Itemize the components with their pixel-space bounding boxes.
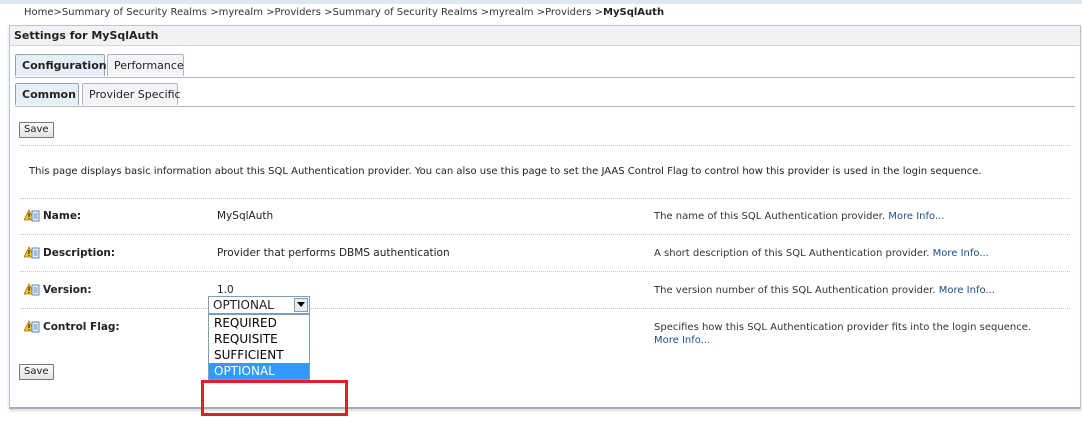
breadcrumb-separator: > xyxy=(53,7,62,18)
intro-text: This page displays basic information abo… xyxy=(29,166,982,177)
settings-panel: Settings for MySqlAuth Configuration Per… xyxy=(9,25,1081,409)
breadcrumb-providers-2[interactable]: Providers xyxy=(545,7,591,18)
version-label: Version: xyxy=(43,284,92,296)
panel-title: Settings for MySqlAuth xyxy=(10,26,1080,46)
subtab-divider xyxy=(15,106,1075,107)
divider xyxy=(20,234,1070,235)
breadcrumb-security-realms-2[interactable]: Summary of Security Realms xyxy=(332,7,477,18)
divider xyxy=(20,308,1070,309)
name-value: MySqlAuth xyxy=(217,210,274,222)
option-optional[interactable]: OPTIONAL xyxy=(209,363,309,379)
breadcrumb: Home>Summary of Security Realms >myrealm… xyxy=(24,7,664,18)
breadcrumb-myrealm-2[interactable]: myrealm xyxy=(489,7,533,18)
tab-divider xyxy=(15,77,1075,78)
breadcrumb-current: MySqlAuth xyxy=(603,7,665,18)
description-value: Provider that performs DBMS authenticati… xyxy=(217,247,450,259)
tab-configuration[interactable]: Configuration xyxy=(15,54,107,76)
breadcrumb-separator: > xyxy=(536,7,546,18)
breadcrumb-separator: > xyxy=(210,7,219,18)
option-sufficient[interactable]: SUFFICIENT xyxy=(209,347,309,363)
description-label: Description: xyxy=(43,247,116,259)
info-warning-icon xyxy=(23,320,40,334)
save-button-top[interactable]: Save xyxy=(19,122,54,138)
version-help-text: The version number of this SQL Authentic… xyxy=(654,285,936,296)
name-more-info-link[interactable]: More Info... xyxy=(888,211,944,222)
description-more-info-link[interactable]: More Info... xyxy=(933,248,989,259)
option-requisite[interactable]: REQUISITE xyxy=(209,331,309,347)
option-required[interactable]: REQUIRED xyxy=(209,315,309,331)
divider xyxy=(20,271,1070,272)
control-flag-help: Specifies how this SQL Authentication pr… xyxy=(654,321,1054,347)
highlight-box xyxy=(201,380,348,416)
save-button-bottom[interactable]: Save xyxy=(19,364,54,380)
top-strip xyxy=(0,0,1082,4)
breadcrumb-providers[interactable]: Providers xyxy=(275,7,321,18)
breadcrumb-home[interactable]: Home xyxy=(24,7,54,18)
version-value: 1.0 xyxy=(217,284,234,296)
divider xyxy=(20,198,1070,199)
name-label: Name: xyxy=(43,210,82,222)
info-warning-icon xyxy=(23,209,40,223)
breadcrumb-separator: > xyxy=(480,7,490,18)
control-flag-select[interactable]: OPTIONAL xyxy=(208,296,310,314)
chevron-down-icon[interactable] xyxy=(294,298,308,312)
divider xyxy=(20,145,1070,146)
tab-provider-specific[interactable]: Provider Specific xyxy=(82,83,181,105)
description-help-text: A short description of this SQL Authenti… xyxy=(654,248,930,259)
breadcrumb-myrealm[interactable]: myrealm xyxy=(219,7,263,18)
description-help: A short description of this SQL Authenti… xyxy=(654,247,1054,260)
tab-performance[interactable]: Performance xyxy=(107,54,184,76)
name-help: The name of this SQL Authentication prov… xyxy=(654,210,1054,223)
control-flag-selected-value: OPTIONAL xyxy=(213,298,274,312)
name-help-text: The name of this SQL Authentication prov… xyxy=(654,211,886,222)
tab-common[interactable]: Common xyxy=(15,83,79,105)
control-flag-label: Control Flag: xyxy=(43,321,120,333)
control-flag-dropdown: REQUIRED REQUISITE SUFFICIENT OPTIONAL xyxy=(208,314,310,380)
version-more-info-link[interactable]: More Info... xyxy=(939,285,995,296)
breadcrumb-separator: > xyxy=(266,7,275,18)
info-warning-icon xyxy=(23,246,40,260)
breadcrumb-separator: > xyxy=(594,7,604,18)
info-warning-icon xyxy=(23,283,40,297)
control-flag-more-info-link[interactable]: More Info... xyxy=(654,335,710,346)
control-flag-help-text: Specifies how this SQL Authentication pr… xyxy=(654,322,1032,333)
version-help: The version number of this SQL Authentic… xyxy=(654,284,1054,297)
breadcrumb-security-realms[interactable]: Summary of Security Realms xyxy=(62,7,207,18)
